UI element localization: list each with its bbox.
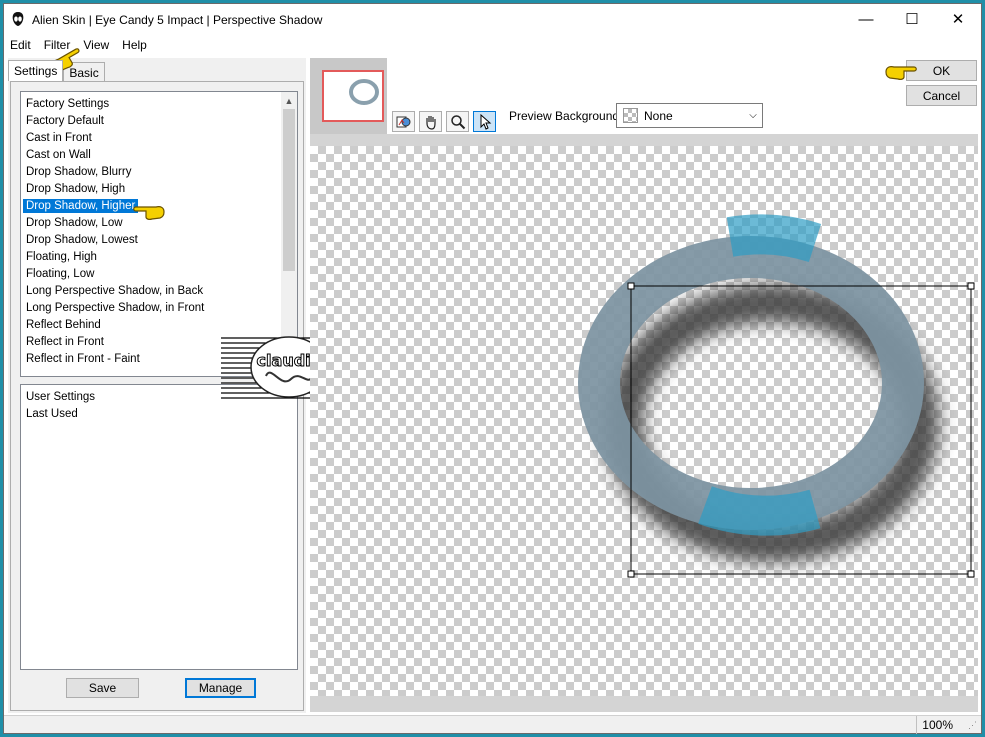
thumbnail-ring-icon bbox=[349, 79, 379, 105]
list-item[interactable]: Drop Shadow, High bbox=[21, 181, 297, 198]
menu-edit[interactable]: Edit bbox=[4, 36, 38, 56]
list-item-label: Drop Shadow, Low bbox=[26, 217, 123, 229]
scroll-up-icon[interactable]: ▲ bbox=[281, 92, 297, 109]
list-item-label: Cast in Front bbox=[26, 132, 92, 144]
arrow-pointer-icon[interactable] bbox=[473, 111, 496, 132]
navigator-view-rect[interactable] bbox=[322, 70, 384, 122]
list-item-label: Long Perspective Shadow, in Front bbox=[26, 302, 205, 314]
alien-skin-app-icon bbox=[12, 12, 24, 26]
list-item-label: Long Perspective Shadow, in Back bbox=[26, 285, 204, 297]
scrollbar-thumb[interactable] bbox=[283, 109, 295, 271]
manage-button[interactable]: Manage bbox=[185, 678, 256, 698]
title-bar: Alien Skin | Eye Candy 5 Impact | Perspe… bbox=[4, 4, 981, 34]
list-item-label: Floating, Low bbox=[26, 268, 95, 280]
preview-background-select[interactable]: None ⌵ bbox=[616, 103, 763, 128]
list-item[interactable]: Last Used bbox=[21, 406, 297, 423]
list-item[interactable]: Long Perspective Shadow, in Back bbox=[21, 283, 297, 300]
zoom-level: 100% bbox=[922, 718, 953, 732]
cancel-button[interactable]: Cancel bbox=[906, 85, 977, 106]
list-item[interactable]: Drop Shadow, Blurry bbox=[21, 164, 297, 181]
minimize-button[interactable]: — bbox=[843, 4, 889, 34]
list-item-label: Reflect Behind bbox=[26, 319, 101, 331]
list-item-label: Drop Shadow, Blurry bbox=[26, 166, 132, 178]
transparent-swatch-icon bbox=[623, 108, 638, 123]
hand-icon[interactable] bbox=[419, 111, 442, 132]
list-item[interactable]: Floating, High bbox=[21, 249, 297, 266]
list-item-label: Drop Shadow, Higher bbox=[23, 199, 139, 213]
ring-preview-image bbox=[578, 214, 975, 578]
list-item[interactable]: Reflect Behind bbox=[21, 317, 297, 334]
preview-pane bbox=[310, 134, 978, 712]
preview-background-value: None bbox=[644, 108, 673, 123]
pointing-hand-icon bbox=[885, 66, 917, 80]
tab-settings[interactable]: Settings bbox=[8, 60, 64, 81]
list-item[interactable]: Cast on Wall bbox=[21, 147, 297, 164]
navigator-thumbnail-area bbox=[310, 58, 387, 134]
list-item-label: Drop Shadow, High bbox=[26, 183, 126, 195]
list-item[interactable]: Drop Shadow, Lowest bbox=[21, 232, 297, 249]
list-item-label: Floating, High bbox=[26, 251, 97, 263]
list-item-label: Factory Default bbox=[26, 115, 104, 127]
list-item-label: Last Used bbox=[26, 408, 78, 420]
factory-settings-header[interactable]: Factory Settings bbox=[21, 92, 297, 113]
window-title: Alien Skin | Eye Candy 5 Impact | Perspe… bbox=[32, 13, 323, 27]
preview-canvas[interactable] bbox=[310, 146, 978, 696]
list-item[interactable]: Factory Default bbox=[21, 113, 297, 130]
menu-help[interactable]: Help bbox=[116, 36, 154, 56]
list-item[interactable]: Cast in Front bbox=[21, 130, 297, 147]
preview-background-label: Preview Background: bbox=[509, 109, 623, 123]
list-item[interactable]: Long Perspective Shadow, in Front bbox=[21, 300, 297, 317]
resize-grip-icon[interactable]: ⋰ bbox=[968, 720, 977, 731]
menu-view[interactable]: View bbox=[77, 36, 116, 56]
tab-strip: Settings Basic bbox=[8, 60, 105, 82]
list-item-label: Reflect in Front - Faint bbox=[26, 353, 140, 365]
status-bar: 100% ⋰ bbox=[4, 715, 981, 734]
list-item[interactable]: Floating, Low bbox=[21, 266, 297, 283]
zoom-icon[interactable] bbox=[446, 111, 469, 132]
close-button[interactable]: ✕ bbox=[935, 4, 981, 34]
status-separator bbox=[916, 716, 917, 734]
user-settings-list[interactable]: User Settings Last Used bbox=[20, 384, 298, 670]
chevron-down-icon[interactable]: ⌵ bbox=[744, 110, 762, 121]
factory-settings-items: Factory Default Cast in Front Cast on Wa… bbox=[21, 113, 297, 368]
list-item-label: Reflect in Front bbox=[26, 336, 104, 348]
list-item-label: Drop Shadow, Lowest bbox=[26, 234, 138, 246]
list-item-label: Cast on Wall bbox=[26, 149, 91, 161]
save-button[interactable]: Save bbox=[66, 678, 139, 698]
preview-toggle-icon[interactable] bbox=[392, 111, 415, 132]
maximize-button[interactable]: ☐ bbox=[889, 4, 935, 34]
pointing-hand-icon bbox=[133, 206, 165, 220]
eye-candy-dialog: Alien Skin | Eye Candy 5 Impact | Perspe… bbox=[3, 3, 982, 734]
